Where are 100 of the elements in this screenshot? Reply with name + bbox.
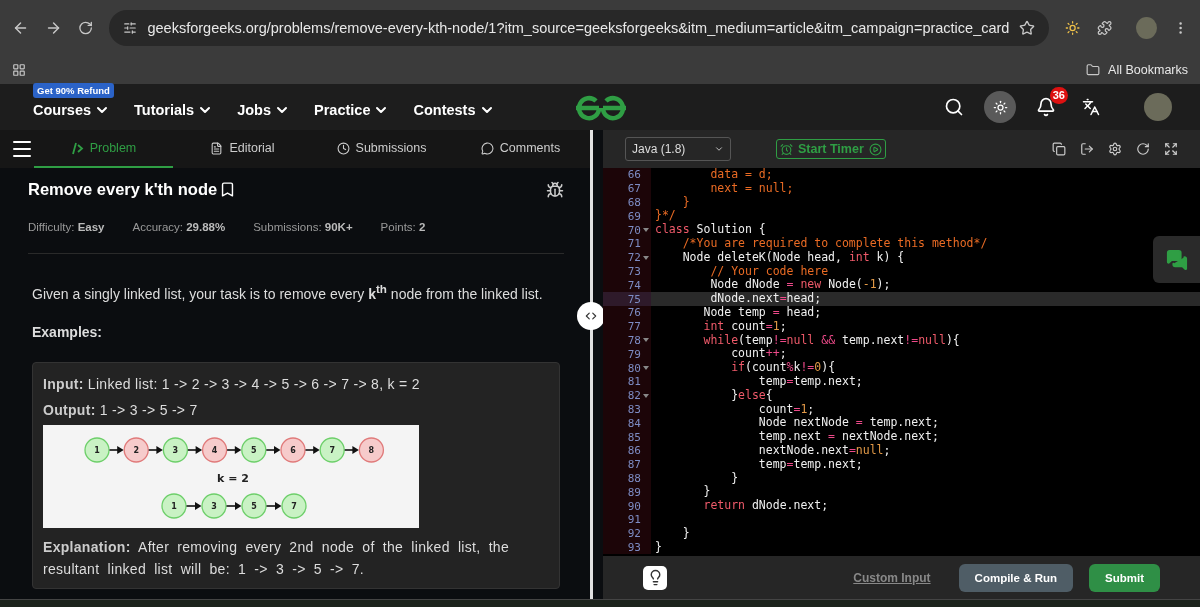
problem-tab[interactable]: Submissions xyxy=(312,130,451,168)
problem-tab[interactable]: Comments xyxy=(451,130,590,168)
copy-icon[interactable] xyxy=(1052,142,1066,156)
problem-tab[interactable]: Editorial xyxy=(173,130,312,168)
code-line: // Your code here xyxy=(709,264,829,278)
sun-icon[interactable] xyxy=(992,99,1008,115)
code-line: Node temp = head; xyxy=(702,305,822,320)
translate-icon[interactable] xyxy=(1082,98,1100,116)
code-line: next = null; xyxy=(709,181,794,196)
nav-menu[interactable]: Tutorials xyxy=(134,102,214,118)
line-number: 74 xyxy=(627,278,641,292)
line-number: 91 xyxy=(627,513,641,527)
exit-icon[interactable] xyxy=(1080,142,1094,156)
nav-menu[interactable]: Practice xyxy=(314,102,390,118)
fold-icon[interactable] xyxy=(643,337,649,344)
reset-icon[interactable] xyxy=(1136,142,1150,156)
settings-icon[interactable] xyxy=(1108,142,1122,156)
arrow-icon xyxy=(265,501,282,510)
address-bar[interactable]: geeksforgeeks.org/problems/remove-every-kth-node/1?itm_source=geeksforgeeks&itm_medium=article&itm_campaign=practice_card xyxy=(109,10,1050,46)
code-line: } xyxy=(702,485,711,500)
line-number: 85 xyxy=(627,430,641,444)
bell-icon[interactable] xyxy=(1036,97,1056,117)
code-line: int count=1; xyxy=(702,319,787,334)
apps-icon[interactable] xyxy=(12,63,26,77)
list-node: 5 xyxy=(241,437,267,463)
list-node: 5 xyxy=(241,493,267,519)
code-line: count++; xyxy=(730,347,787,361)
line-number: 87 xyxy=(627,458,641,472)
bug-icon[interactable] xyxy=(546,180,564,199)
line-number: 86 xyxy=(627,444,641,458)
input-text: Input: Linked list: 1 -> 2 -> 3 -> 4 -> 5 -> 6 -> 7 -> 8, k = 2 xyxy=(43,374,421,394)
problem-tab[interactable]: Problem xyxy=(34,130,173,168)
alarm-clock-icon xyxy=(780,142,793,156)
line-number: 90 xyxy=(627,499,641,513)
fold-icon[interactable] xyxy=(643,254,649,261)
line-number: 80 xyxy=(627,361,641,375)
code-line: count=1; xyxy=(757,402,815,416)
line-number: 69 xyxy=(627,209,641,223)
line-number: 89 xyxy=(627,485,641,499)
line-number: 76 xyxy=(627,306,641,320)
line-number: 88 xyxy=(627,471,641,485)
list-node: 7 xyxy=(281,493,307,519)
split-arrows-icon[interactable] xyxy=(584,309,598,323)
problem-meta: Difficulty: Easy xyxy=(28,221,105,233)
submit-button[interactable]: Submit xyxy=(1089,563,1160,592)
line-number: 79 xyxy=(627,347,641,361)
bookmark-star-icon[interactable] xyxy=(1019,20,1036,36)
search-icon[interactable] xyxy=(944,97,964,117)
caret-icon[interactable] xyxy=(714,144,724,154)
list-node: 6 xyxy=(280,437,306,463)
list-node: 2 xyxy=(123,437,149,463)
fold-icon[interactable] xyxy=(643,365,649,372)
problem-meta: Points: 2 xyxy=(380,221,426,233)
promo-badge: Get 90% Refund xyxy=(33,83,114,98)
problem-title: Remove every k'th node xyxy=(28,180,218,199)
language-select[interactable]: Java (1.8) xyxy=(625,137,731,161)
compile-run-button[interactable]: Compile & Run xyxy=(958,563,1073,592)
code-line: data = d; xyxy=(709,168,773,182)
chat-button[interactable] xyxy=(1153,236,1200,283)
line-number: 77 xyxy=(627,320,641,334)
code-icon xyxy=(70,141,84,155)
code-line: Node dNode = new Node(-1); xyxy=(709,278,891,292)
code-line: }else{ xyxy=(730,388,773,403)
problem-statement: Given a singly linked list, your task is to remove every k$^{th}$ node from the linked list. xyxy=(32,282,544,302)
code-line: temp=temp.next; xyxy=(757,457,863,472)
fold-icon[interactable] xyxy=(643,227,649,234)
profile-avatar[interactable] xyxy=(1144,93,1172,121)
site-info-icon[interactable] xyxy=(123,21,138,35)
code-line: Node nextNode = temp.next; xyxy=(757,416,939,430)
extensions-icon[interactable] xyxy=(1096,20,1112,36)
line-number: 71 xyxy=(627,237,641,251)
arrow-icon xyxy=(108,445,124,454)
arrow-icon xyxy=(265,445,281,454)
problem-meta: Accuracy: 29.88% xyxy=(132,221,226,233)
chat-icon[interactable] xyxy=(1165,248,1188,271)
code-line: temp.next = nextNode.next; xyxy=(757,430,939,444)
code-line: temp=temp.next; xyxy=(757,374,863,389)
play-icon xyxy=(868,142,882,156)
fullscreen-icon[interactable] xyxy=(1164,142,1178,156)
nav-menu[interactable]: Contests xyxy=(413,102,495,118)
arrow-icon xyxy=(147,445,163,454)
line-number: 67 xyxy=(627,182,641,196)
folder-icon[interactable] xyxy=(1086,63,1101,77)
arrow-icon xyxy=(226,445,242,454)
nav-menu[interactable]: Jobs xyxy=(237,102,291,118)
diagram-caption: k = 2 xyxy=(217,471,249,485)
clock-icon xyxy=(336,141,350,155)
bookmarks-label[interactable]: All Bookmarks xyxy=(1108,63,1188,77)
reload-icon[interactable] xyxy=(78,20,94,36)
theme-toggle[interactable] xyxy=(984,91,1016,123)
line-number: 84 xyxy=(627,416,641,430)
arrow-icon xyxy=(343,445,359,454)
line-number: 92 xyxy=(627,527,641,541)
code-line: return dNode.next; xyxy=(702,499,829,513)
line-number: 93 xyxy=(627,540,641,554)
custom-input-link[interactable]: Custom Input xyxy=(853,570,931,585)
code-line: } xyxy=(655,540,662,555)
list-node: 4 xyxy=(201,437,228,463)
start-timer-button[interactable]: Start Timer xyxy=(776,139,886,159)
fold-icon[interactable] xyxy=(643,392,649,399)
